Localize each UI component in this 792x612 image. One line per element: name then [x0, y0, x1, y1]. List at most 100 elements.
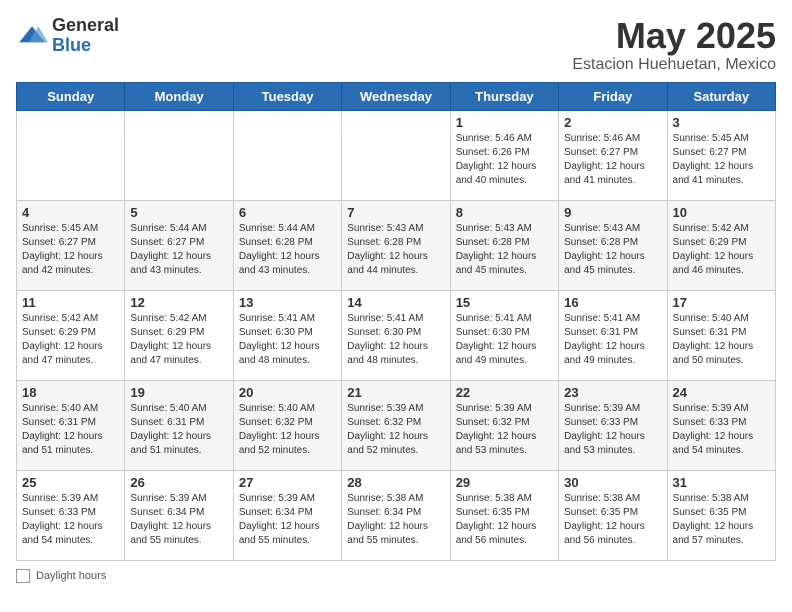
calendar-cell: 28 Sunrise: 5:38 AM Sunset: 6:34 PM Dayli… [342, 470, 450, 560]
day-number: 5 [130, 205, 227, 220]
day-info: Sunrise: 5:40 AM Sunset: 6:31 PM Dayligh… [130, 402, 227, 458]
day-info: Sunrise: 5:43 AM Sunset: 6:28 PM Dayligh… [456, 222, 553, 278]
day-info: Sunrise: 5:41 AM Sunset: 6:30 PM Dayligh… [239, 312, 336, 368]
day-number: 1 [456, 115, 553, 130]
day-number: 2 [564, 115, 661, 130]
day-info: Sunrise: 5:39 AM Sunset: 6:32 PM Dayligh… [347, 402, 444, 458]
day-number: 11 [22, 295, 119, 310]
day-info: Sunrise: 5:39 AM Sunset: 6:33 PM Dayligh… [673, 402, 770, 458]
day-number: 24 [673, 385, 770, 400]
day-number: 4 [22, 205, 119, 220]
day-number: 20 [239, 385, 336, 400]
day-number: 26 [130, 475, 227, 490]
day-number: 23 [564, 385, 661, 400]
calendar-cell: 16 Sunrise: 5:41 AM Sunset: 6:31 PM Dayli… [559, 290, 667, 380]
day-info: Sunrise: 5:40 AM Sunset: 6:31 PM Dayligh… [673, 312, 770, 368]
calendar-cell: 22Sunrise: 5:39 AM Sunset: 6:32 PM Dayli… [450, 380, 558, 470]
calendar-cell: 9 Sunrise: 5:43 AM Sunset: 6:28 PM Daylig… [559, 200, 667, 290]
day-number: 6 [239, 205, 336, 220]
day-info: Sunrise: 5:38 AM Sunset: 6:35 PM Dayligh… [564, 492, 661, 548]
day-number: 25 [22, 475, 119, 490]
day-number: 15 [456, 295, 553, 310]
calendar-cell: 5 Sunrise: 5:44 AM Sunset: 6:27 PM Daylig… [125, 200, 233, 290]
calendar-cell: 18 Sunrise: 5:40 AM Sunset: 6:31 PM Dayli… [17, 380, 125, 470]
day-number: 27 [239, 475, 336, 490]
calendar-cell: 14 Sunrise: 5:41 AM Sunset: 6:30 PM Dayli… [342, 290, 450, 380]
logo: General Blue [16, 16, 119, 56]
calendar-cell [233, 110, 341, 200]
day-info: Sunrise: 5:39 AM Sunset: 6:33 PM Dayligh… [22, 492, 119, 548]
day-number: 16 [564, 295, 661, 310]
calendar-cell: 31Sunrise: 5:38 AM Sunset: 6:35 PM Dayli… [667, 470, 775, 560]
calendar-cell: 3Sunrise: 5:45 AM Sunset: 6:27 PM Daylig… [667, 110, 775, 200]
calendar-cell: 20 Sunrise: 5:40 AM Sunset: 6:32 PM Dayli… [233, 380, 341, 470]
day-number: 18 [22, 385, 119, 400]
day-header-monday: Monday [125, 82, 233, 110]
calendar-cell: 11 Sunrise: 5:42 AM Sunset: 6:29 PM Dayli… [17, 290, 125, 380]
day-info: Sunrise: 5:42 AM Sunset: 6:29 PM Dayligh… [22, 312, 119, 368]
calendar-cell: 6Sunrise: 5:44 AM Sunset: 6:28 PM Daylig… [233, 200, 341, 290]
day-info: Sunrise: 5:46 AM Sunset: 6:27 PM Dayligh… [564, 132, 661, 188]
day-number: 30 [564, 475, 661, 490]
day-header-wednesday: Wednesday [342, 82, 450, 110]
day-info: Sunrise: 5:40 AM Sunset: 6:32 PM Dayligh… [239, 402, 336, 458]
month-title: May 2025 [572, 16, 776, 56]
day-number: 7 [347, 205, 444, 220]
day-info: Sunrise: 5:46 AM Sunset: 6:26 PM Dayligh… [456, 132, 553, 188]
day-info: Sunrise: 5:39 AM Sunset: 6:33 PM Dayligh… [564, 402, 661, 458]
day-info: Sunrise: 5:45 AM Sunset: 6:27 PM Dayligh… [22, 222, 119, 278]
day-header-thursday: Thursday [450, 82, 558, 110]
day-info: Sunrise: 5:42 AM Sunset: 6:29 PM Dayligh… [130, 312, 227, 368]
calendar-cell: 2 Sunrise: 5:46 AM Sunset: 6:27 PM Daylig… [559, 110, 667, 200]
day-number: 28 [347, 475, 444, 490]
day-info: Sunrise: 5:40 AM Sunset: 6:31 PM Dayligh… [22, 402, 119, 458]
calendar-cell: 26 Sunrise: 5:39 AM Sunset: 6:34 PM Dayli… [125, 470, 233, 560]
day-info: Sunrise: 5:41 AM Sunset: 6:31 PM Dayligh… [564, 312, 661, 368]
day-info: Sunrise: 5:44 AM Sunset: 6:27 PM Dayligh… [130, 222, 227, 278]
day-info: Sunrise: 5:38 AM Sunset: 6:34 PM Dayligh… [347, 492, 444, 548]
day-number: 12 [130, 295, 227, 310]
daylight-label: Daylight hours [36, 570, 106, 582]
day-info: Sunrise: 5:39 AM Sunset: 6:34 PM Dayligh… [130, 492, 227, 548]
day-number: 8 [456, 205, 553, 220]
day-number: 3 [673, 115, 770, 130]
calendar-cell: 15 Sunrise: 5:41 AM Sunset: 6:30 PM Dayli… [450, 290, 558, 380]
day-header-friday: Friday [559, 82, 667, 110]
day-number: 29 [456, 475, 553, 490]
daylight-box [16, 569, 30, 583]
title-block: May 2025 Estacion Huehuetan, Mexico [572, 16, 776, 74]
day-info: Sunrise: 5:38 AM Sunset: 6:35 PM Dayligh… [673, 492, 770, 548]
day-header-sunday: Sunday [17, 82, 125, 110]
day-number: 9 [564, 205, 661, 220]
calendar-cell: 17Sunrise: 5:40 AM Sunset: 6:31 PM Dayli… [667, 290, 775, 380]
calendar-week-5: 25 Sunrise: 5:39 AM Sunset: 6:33 PM Dayli… [17, 470, 776, 560]
calendar-cell: 8 Sunrise: 5:43 AM Sunset: 6:28 PM Daylig… [450, 200, 558, 290]
calendar-week-3: 11 Sunrise: 5:42 AM Sunset: 6:29 PM Dayli… [17, 290, 776, 380]
day-number: 19 [130, 385, 227, 400]
footer: Daylight hours [16, 569, 776, 583]
day-number: 14 [347, 295, 444, 310]
calendar-week-2: 4 Sunrise: 5:45 AM Sunset: 6:27 PM Daylig… [17, 200, 776, 290]
day-number: 21 [347, 385, 444, 400]
calendar-cell: 1 Sunrise: 5:46 AM Sunset: 6:26 PM Daylig… [450, 110, 558, 200]
day-number: 22 [456, 385, 553, 400]
day-header-tuesday: Tuesday [233, 82, 341, 110]
calendar-header-row: SundayMondayTuesdayWednesdayThursdayFrid… [17, 82, 776, 110]
logo-blue-text: Blue [52, 35, 91, 55]
day-info: Sunrise: 5:43 AM Sunset: 6:28 PM Dayligh… [564, 222, 661, 278]
page-header: General Blue May 2025 Estacion Huehuetan… [16, 16, 776, 74]
calendar-cell: 25 Sunrise: 5:39 AM Sunset: 6:33 PM Dayli… [17, 470, 125, 560]
day-info: Sunrise: 5:38 AM Sunset: 6:35 PM Dayligh… [456, 492, 553, 548]
calendar-cell: 4 Sunrise: 5:45 AM Sunset: 6:27 PM Daylig… [17, 200, 125, 290]
calendar-week-1: 1 Sunrise: 5:46 AM Sunset: 6:26 PM Daylig… [17, 110, 776, 200]
day-info: Sunrise: 5:39 AM Sunset: 6:34 PM Dayligh… [239, 492, 336, 548]
calendar-table: SundayMondayTuesdayWednesdayThursdayFrid… [16, 82, 776, 561]
location: Estacion Huehuetan, Mexico [572, 56, 776, 74]
day-info: Sunrise: 5:41 AM Sunset: 6:30 PM Dayligh… [456, 312, 553, 368]
calendar-cell: 19 Sunrise: 5:40 AM Sunset: 6:31 PM Dayli… [125, 380, 233, 470]
calendar-cell: 7Sunrise: 5:43 AM Sunset: 6:28 PM Daylig… [342, 200, 450, 290]
logo-icon [16, 20, 48, 52]
day-header-saturday: Saturday [667, 82, 775, 110]
calendar-cell: 23 Sunrise: 5:39 AM Sunset: 6:33 PM Dayli… [559, 380, 667, 470]
day-info: Sunrise: 5:41 AM Sunset: 6:30 PM Dayligh… [347, 312, 444, 368]
